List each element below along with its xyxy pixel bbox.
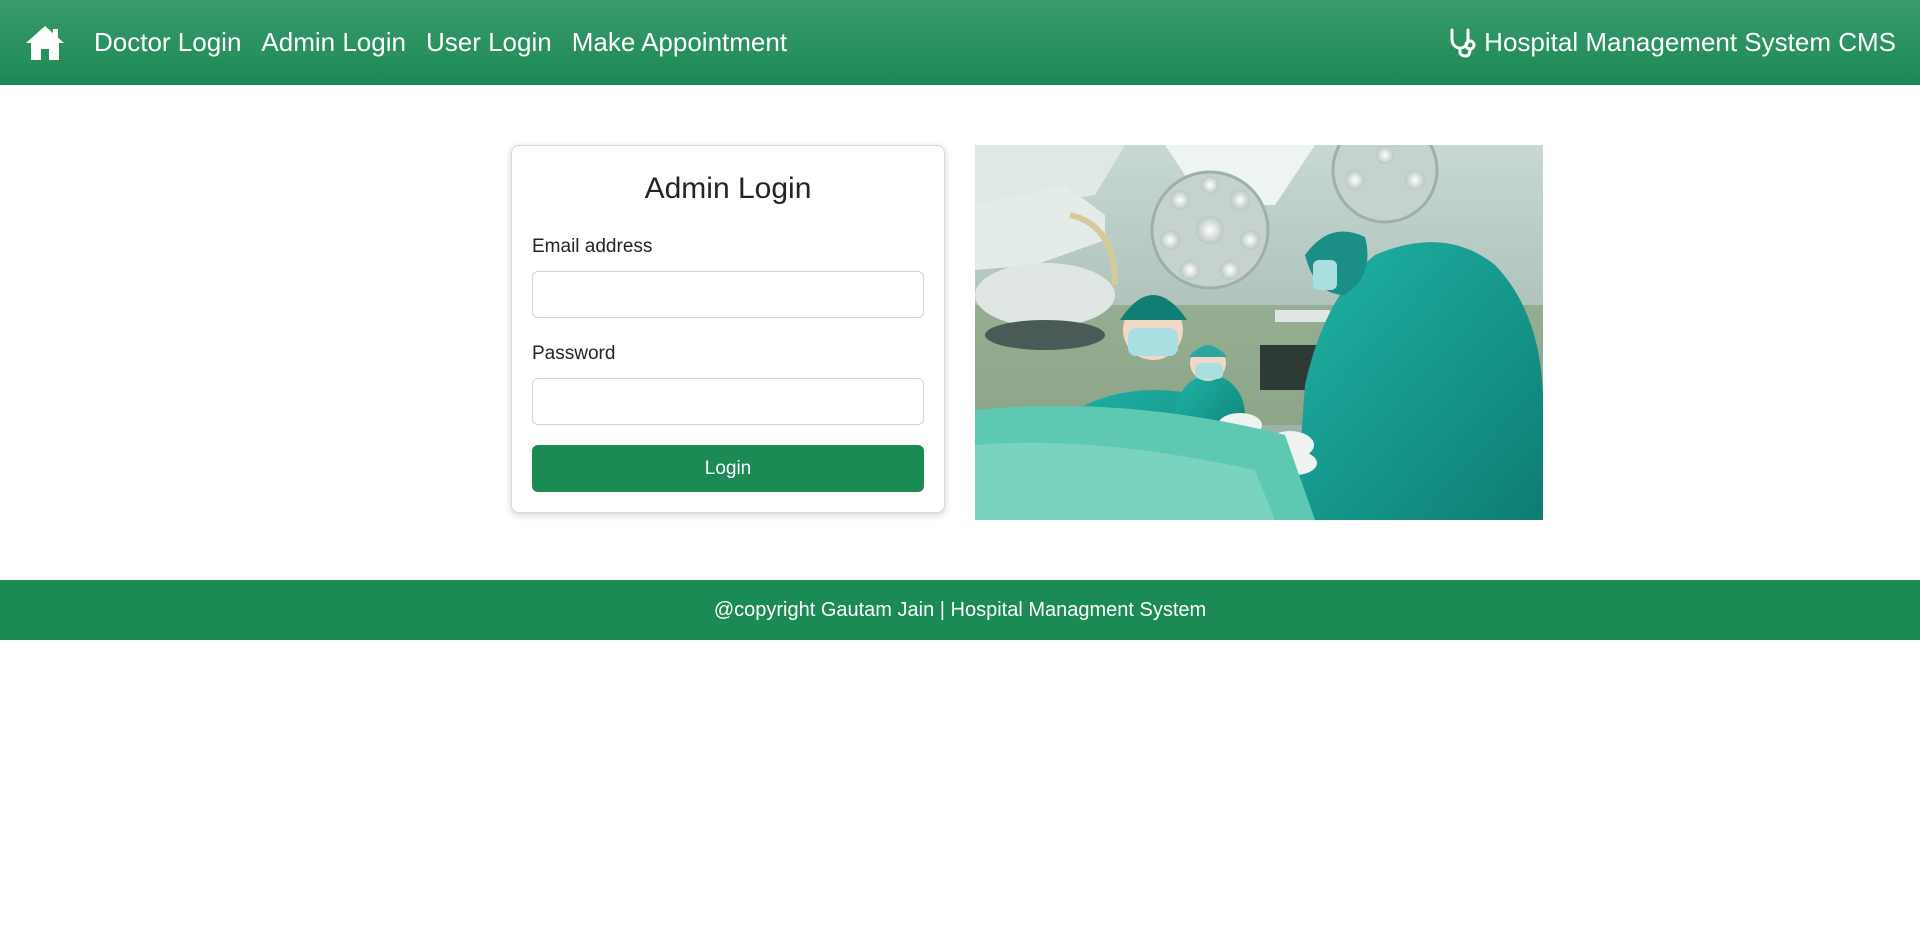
stethoscope-icon bbox=[1450, 28, 1476, 58]
nav-user-login[interactable]: User Login bbox=[426, 27, 552, 58]
nav-admin-login[interactable]: Admin Login bbox=[261, 27, 406, 58]
top-navbar: Doctor Login Admin Login User Login Make… bbox=[0, 0, 1920, 85]
password-field[interactable] bbox=[532, 378, 924, 425]
footer-text: @copyright Gautam Jain | Hospital Managm… bbox=[713, 598, 1207, 621]
surgery-photo bbox=[975, 145, 1543, 520]
login-title: Admin Login bbox=[644, 172, 812, 205]
login-card: Admin Login Email address Password Login bbox=[511, 145, 945, 513]
brand-text: Hospital Management System CMS bbox=[1484, 27, 1896, 57]
email-label: Email address bbox=[532, 236, 653, 257]
login-button[interactable]: Login bbox=[532, 445, 924, 492]
password-label: Password bbox=[532, 343, 616, 364]
brand[interactable]: Hospital Management System CMS bbox=[1448, 0, 1896, 85]
nav-make-appointment[interactable]: Make Appointment bbox=[572, 27, 787, 58]
footer: @copyright Gautam Jain | Hospital Managm… bbox=[0, 580, 1920, 640]
nav-doctor-login[interactable]: Doctor Login bbox=[94, 27, 241, 58]
home-link[interactable] bbox=[24, 24, 66, 62]
home-icon bbox=[26, 26, 64, 60]
nav-links: Doctor Login Admin Login User Login Make… bbox=[94, 0, 807, 85]
email-field[interactable] bbox=[532, 271, 924, 318]
